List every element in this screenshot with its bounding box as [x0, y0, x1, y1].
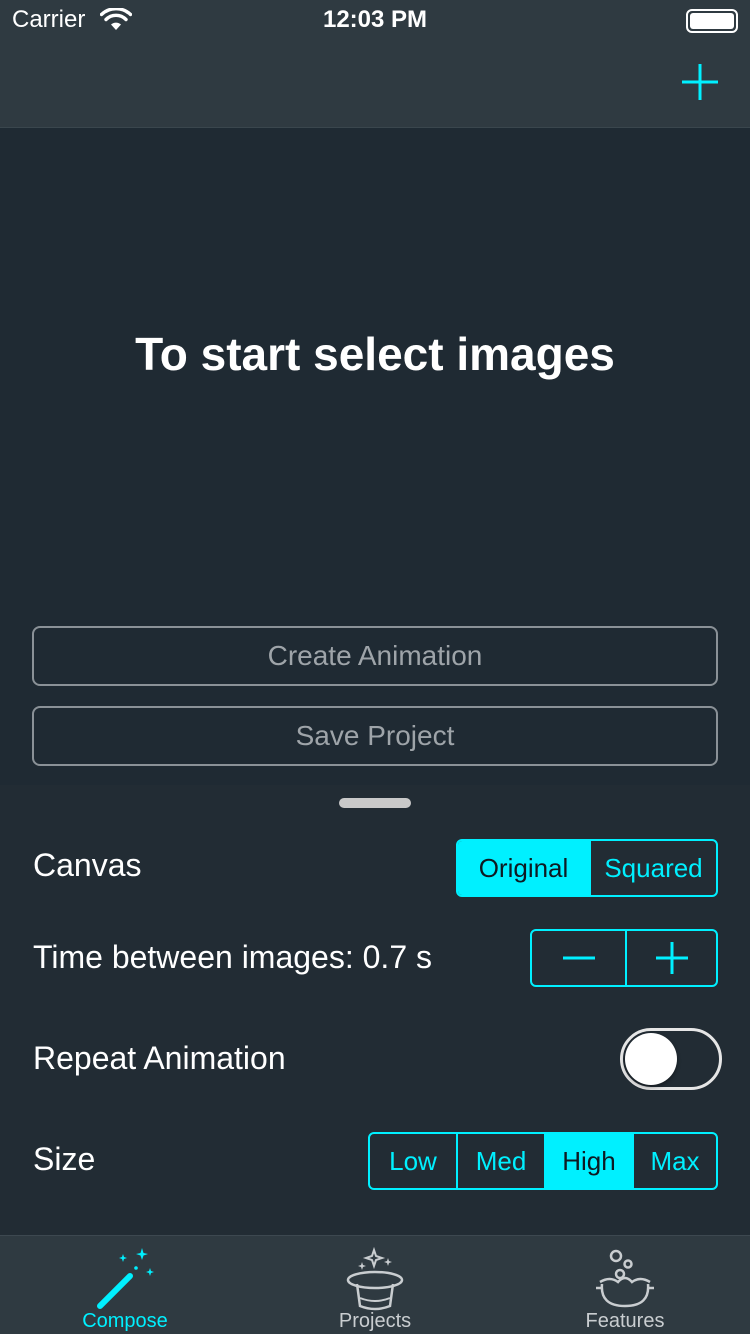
battery-icon — [686, 9, 738, 33]
toggle-knob — [625, 1033, 677, 1085]
minus-icon — [562, 956, 595, 960]
tab-projects[interactable]: Projects — [250, 1236, 500, 1334]
canvas-segmented-control: Original Squared — [456, 839, 718, 897]
create-animation-button[interactable]: Create Animation — [32, 626, 718, 686]
tab-label-features: Features — [585, 1310, 665, 1332]
empty-state-prompt: To start select images — [135, 328, 615, 380]
tab-compose[interactable]: Compose — [0, 1236, 250, 1334]
size-label: Size — [33, 1141, 96, 1177]
magic-hat-icon — [346, 1246, 404, 1311]
repeat-animation-toggle[interactable] — [620, 1028, 722, 1090]
size-option-med[interactable]: Med — [456, 1134, 544, 1188]
size-segmented-control: Low Med High Max — [368, 1132, 718, 1190]
tab-label-projects: Projects — [338, 1310, 412, 1332]
increment-time-button[interactable] — [625, 931, 716, 985]
status-bar: Carrier 12:03 PM — [0, 0, 750, 40]
decrement-time-button[interactable] — [532, 931, 625, 985]
plus-icon — [655, 942, 688, 974]
magic-wand-icon — [97, 1248, 154, 1309]
size-option-max[interactable]: Max — [632, 1134, 716, 1188]
tab-label-compose: Compose — [82, 1310, 168, 1332]
save-project-button[interactable]: Save Project — [32, 706, 718, 766]
status-time: 12:03 PM — [322, 6, 428, 33]
tab-features[interactable]: Features — [500, 1236, 750, 1334]
repeat-animation-label: Repeat Animation — [33, 1040, 286, 1076]
canvas-label: Canvas — [33, 847, 142, 883]
panel-grabber-handle[interactable] — [339, 798, 411, 808]
time-stepper — [530, 929, 718, 987]
time-between-images-label: Time between images: 0.7 s — [33, 939, 432, 975]
add-images-button[interactable] — [680, 62, 720, 102]
preview-area: To start select images Create Animation … — [0, 129, 750, 785]
settings-panel: Canvas Original Squared Time between ima… — [0, 785, 750, 1235]
tab-bar: Compose Projects Features — [0, 1235, 750, 1334]
size-option-high[interactable]: High — [544, 1134, 632, 1188]
size-option-low[interactable]: Low — [370, 1134, 456, 1188]
canvas-option-squared[interactable]: Squared — [589, 841, 716, 895]
navigation-bar: Carrier 12:03 PM — [0, 0, 750, 128]
canvas-option-original[interactable]: Original — [458, 841, 589, 895]
cauldron-icon — [596, 1249, 654, 1308]
